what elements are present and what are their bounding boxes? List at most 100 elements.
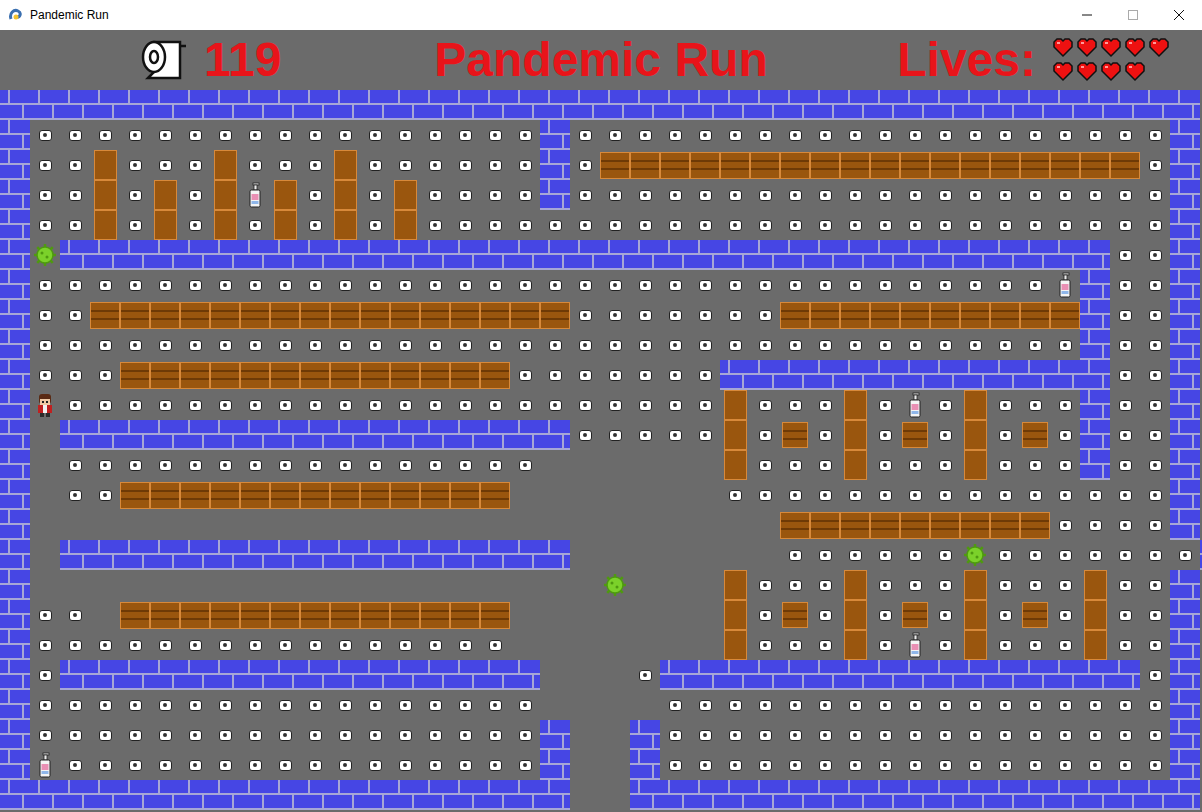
floor-tile [930, 690, 960, 720]
wall-tile [330, 660, 360, 690]
wall-tile [360, 420, 390, 450]
wall-tile [210, 660, 240, 690]
floor-tile [930, 180, 960, 210]
floor-tile [960, 450, 990, 480]
toilet-paper-icon [789, 640, 802, 651]
toilet-paper-icon [249, 340, 262, 351]
wall-tile [1080, 780, 1110, 810]
wall-tile [1170, 720, 1200, 750]
shelf [480, 482, 510, 509]
floor-tile [120, 570, 150, 600]
floor-tile [960, 600, 990, 630]
floor-tile [330, 180, 360, 210]
floor-tile [960, 570, 990, 600]
wall-tile [780, 660, 810, 690]
wall-tile [1080, 450, 1110, 480]
toilet-paper-icon [309, 760, 322, 771]
wall-tile [1080, 90, 1110, 120]
wall-tile [420, 780, 450, 810]
toilet-paper-icon [159, 640, 172, 651]
heart-icon [1052, 38, 1074, 58]
floor-tile [390, 390, 420, 420]
floor-tile [1020, 420, 1050, 450]
floor-tile [90, 630, 120, 660]
floor-tile [540, 450, 570, 480]
toilet-paper-icon [429, 130, 442, 141]
floor-tile [1050, 270, 1080, 300]
maximize-button[interactable] [1110, 0, 1156, 30]
floor-tile [90, 510, 120, 540]
maze-row [0, 450, 1202, 480]
floor-tile [810, 750, 840, 780]
floor-tile [480, 690, 510, 720]
toilet-paper-icon [819, 340, 832, 351]
wall-tile [750, 360, 780, 390]
floor-tile [360, 150, 390, 180]
wall-tile [450, 420, 480, 450]
toilet-paper-icon [489, 460, 502, 471]
lives-hearts [1052, 38, 1172, 82]
floor-tile [720, 330, 750, 360]
toilet-paper-icon [519, 370, 532, 381]
toilet-paper-icon [789, 220, 802, 231]
toilet-paper-icon [729, 340, 742, 351]
toilet-paper-icon [1119, 400, 1132, 411]
floor-tile [1080, 570, 1110, 600]
toilet-paper-icon [639, 310, 652, 321]
floor-tile [540, 270, 570, 300]
toilet-paper-icon [759, 610, 772, 621]
floor-tile [540, 660, 570, 690]
shelf [480, 302, 510, 329]
floor-tile [990, 150, 1020, 180]
floor-tile [810, 450, 840, 480]
toilet-paper-icon [819, 550, 832, 561]
toilet-paper-icon [999, 550, 1012, 561]
wall-tile [840, 780, 870, 810]
shelf [150, 602, 180, 629]
floor-tile [330, 330, 360, 360]
wall-tile [120, 420, 150, 450]
toilet-paper-icon [339, 640, 352, 651]
toilet-paper-icon [819, 430, 832, 441]
floor-tile [960, 420, 990, 450]
wall-tile [1050, 780, 1080, 810]
floor-tile [1080, 480, 1110, 510]
floor-tile [1050, 510, 1080, 540]
close-button[interactable] [1156, 0, 1202, 30]
floor-tile [450, 750, 480, 780]
floor-tile [210, 120, 240, 150]
wall-tile [1140, 90, 1170, 120]
floor-tile [690, 390, 720, 420]
floor-tile [780, 510, 810, 540]
wall-tile [990, 360, 1020, 390]
floor-tile [240, 570, 270, 600]
wall-tile [60, 780, 90, 810]
floor-tile [720, 390, 750, 420]
floor-tile [300, 210, 330, 240]
toilet-paper-icon [189, 160, 202, 171]
toilet-paper-icon [249, 700, 262, 711]
wall-tile [0, 240, 30, 270]
wall-tile [1020, 660, 1050, 690]
toilet-paper-icon [459, 160, 472, 171]
maze-row [0, 150, 1202, 180]
shelf [450, 602, 480, 629]
floor-tile [720, 750, 750, 780]
toilet-paper-icon [1149, 610, 1162, 621]
floor-tile [240, 360, 270, 390]
floor-tile [780, 720, 810, 750]
floor-tile [990, 480, 1020, 510]
toilet-paper-icon [639, 670, 652, 681]
floor-tile [690, 120, 720, 150]
floor-tile [840, 210, 870, 240]
floor-tile [750, 270, 780, 300]
toilet-paper-icon [819, 580, 832, 591]
minimize-button[interactable] [1064, 0, 1110, 30]
floor-tile [810, 390, 840, 420]
toilet-paper-icon [729, 490, 742, 501]
toilet-paper-icon [129, 400, 142, 411]
wall-tile [780, 780, 810, 810]
shelf [930, 512, 960, 539]
floor-tile [150, 690, 180, 720]
toilet-paper-icon [39, 220, 52, 231]
